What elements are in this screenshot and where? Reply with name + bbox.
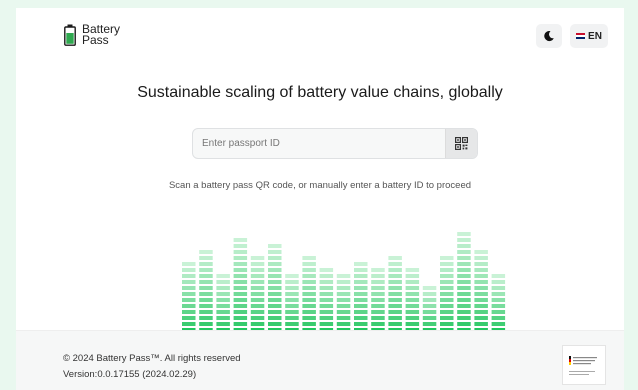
equalizer-bar <box>457 232 471 332</box>
language-label: EN <box>588 30 602 42</box>
battery-icon <box>64 24 76 46</box>
equalizer-bar <box>199 250 213 332</box>
page-headline: Sustainable scaling of battery value cha… <box>137 84 503 101</box>
version-text: Version:0.0.17155 (2024.02.29) <box>63 369 197 380</box>
qr-code-icon <box>455 137 468 150</box>
equalizer-bar <box>302 256 316 332</box>
equalizer-bar <box>491 274 506 332</box>
equalizer-bar <box>440 256 454 332</box>
equalizer-bar <box>285 274 299 332</box>
equalizer-bar <box>371 268 385 332</box>
language-button[interactable]: EN <box>570 24 608 48</box>
sponsor-logo <box>562 345 606 385</box>
equalizer-bar <box>319 268 334 332</box>
equalizer-bar <box>268 244 282 332</box>
footer: © 2024 Battery Pass™. All rights reserve… <box>16 330 624 390</box>
passport-search <box>192 128 478 159</box>
ministry-seal-icon <box>569 356 597 375</box>
header-actions: EN <box>536 24 608 48</box>
equalizer-bar <box>233 238 248 332</box>
copyright-text: © 2024 Battery Pass™. All rights reserve… <box>63 353 241 364</box>
scan-qr-button[interactable] <box>445 129 477 158</box>
uk-flag-icon <box>576 33 586 39</box>
logo-text-line2: Pass <box>82 33 109 47</box>
scan-hint-text: Scan a battery pass QR code, or manually… <box>168 180 472 191</box>
equalizer-bar <box>422 286 437 332</box>
equalizer-bar <box>354 262 368 332</box>
app-window: Battery Pass EN Sustainable scaling of b… <box>16 8 624 390</box>
equalizer-bar <box>474 250 488 332</box>
equalizer-bar <box>388 256 402 332</box>
equalizer-bar <box>182 262 196 332</box>
theme-toggle-button[interactable] <box>536 24 562 48</box>
equalizer-bar <box>216 274 230 332</box>
equalizer-bar <box>336 274 351 332</box>
battery-equalizer-graphic <box>182 232 506 332</box>
equalizer-bar <box>405 268 420 332</box>
equalizer-bar <box>250 256 265 332</box>
passport-id-input[interactable] <box>193 129 445 158</box>
battery-pass-logo[interactable]: Battery Pass <box>64 23 120 47</box>
moon-icon <box>544 31 554 42</box>
logo-text: Battery Pass <box>82 23 120 47</box>
